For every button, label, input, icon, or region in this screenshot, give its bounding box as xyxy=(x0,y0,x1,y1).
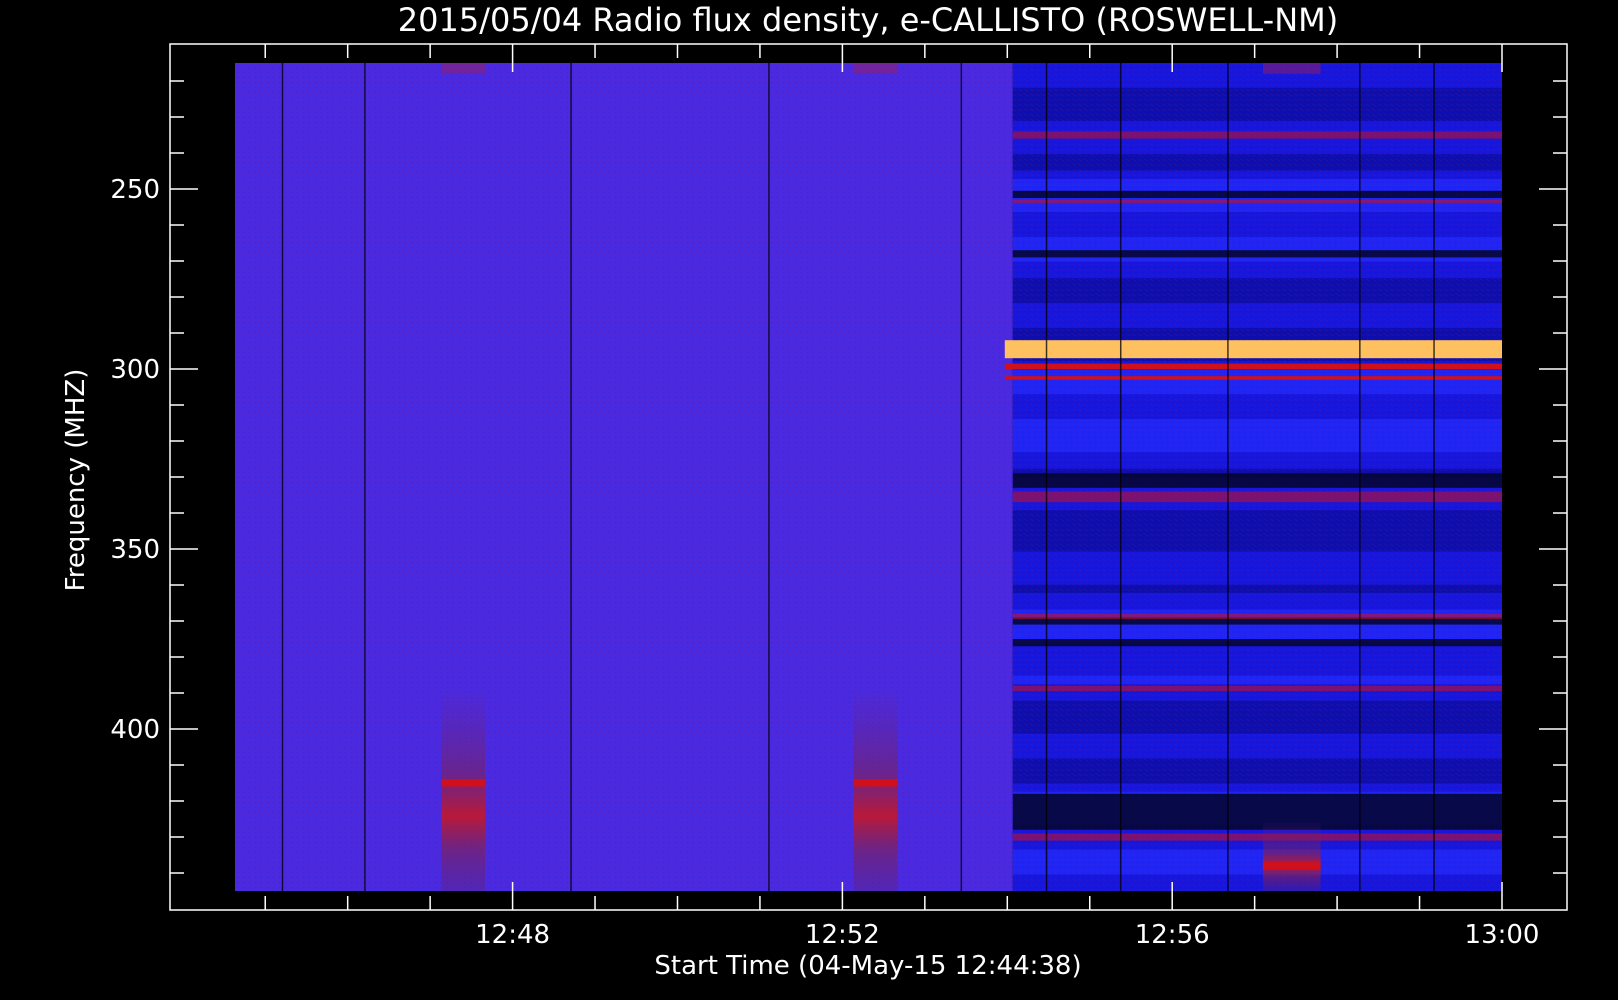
heatmap-red-band xyxy=(1012,833,1502,841)
x-tick-label: 12:48 xyxy=(475,920,550,950)
y-axis-label: Frequency (MHZ) xyxy=(61,369,91,592)
heatmap-red-band xyxy=(1012,685,1502,692)
x-axis-label: Start Time (04-May-15 12:44:38) xyxy=(654,951,1081,981)
y-tick-labels: 250 300 350 400 xyxy=(110,175,160,745)
heatmap-red-band xyxy=(1012,613,1502,620)
heatmap-strong-band xyxy=(1004,363,1502,369)
heatmap-column-cap xyxy=(1262,63,1321,74)
heatmap-emission-column xyxy=(1262,822,1321,891)
y-tick-label: 400 xyxy=(110,715,160,745)
heatmap-dark-band xyxy=(1012,250,1502,258)
heatmap-data-gap xyxy=(281,63,284,891)
heatmap-emission-column xyxy=(853,693,898,891)
heatmap-layer xyxy=(235,63,1502,891)
x-tick-label: 13:00 xyxy=(1465,920,1540,950)
heatmap-red-band xyxy=(1012,491,1502,503)
x-tick-labels: 12:48 12:52 12:56 13:00 xyxy=(475,920,1539,950)
heatmap-red-band xyxy=(1012,199,1502,204)
heatmap-dark-band xyxy=(1012,639,1502,647)
plot-area xyxy=(169,43,1568,911)
heatmap-emission-peak xyxy=(1262,862,1321,870)
heatmap-data-gap xyxy=(1119,63,1122,891)
heatmap-column-cap xyxy=(853,63,898,74)
x-tick-label: 12:56 xyxy=(1135,920,1210,950)
heatmap-data-gap xyxy=(1433,63,1435,891)
heatmap-data-gap xyxy=(1227,63,1229,891)
heatmap-red-band xyxy=(1012,131,1502,139)
chart-title: 2015/05/04 Radio flux density, e-CALLIST… xyxy=(398,1,1338,39)
heatmap-emission-peak xyxy=(441,779,486,787)
y-tick-label: 250 xyxy=(110,175,160,205)
heatmap-dark-band xyxy=(1012,190,1502,198)
heatmap-data-gap xyxy=(364,63,366,891)
heatmap-data-gap xyxy=(1045,63,1048,891)
x-tick-label: 12:52 xyxy=(805,920,880,950)
y-tick-label: 350 xyxy=(110,535,160,565)
heatmap-data-gap xyxy=(570,63,572,891)
heatmap-emission-peak xyxy=(853,779,898,787)
spectrogram-chart: 2015/05/04 Radio flux density, e-CALLIST… xyxy=(61,1,1568,981)
heatmap-dark-band xyxy=(1012,473,1502,488)
heatmap-emission-column xyxy=(441,693,486,891)
heatmap-column-cap xyxy=(441,63,486,74)
heatmap-strong-band xyxy=(1004,376,1502,380)
heatmap-dark-band xyxy=(1012,793,1502,830)
heatmap-strong-band xyxy=(1004,340,1502,359)
heatmap-data-gap xyxy=(960,63,963,891)
y-tick-label: 300 xyxy=(110,355,160,385)
heatmap-data-gap xyxy=(1359,63,1361,891)
heatmap-data-gap xyxy=(768,63,770,891)
